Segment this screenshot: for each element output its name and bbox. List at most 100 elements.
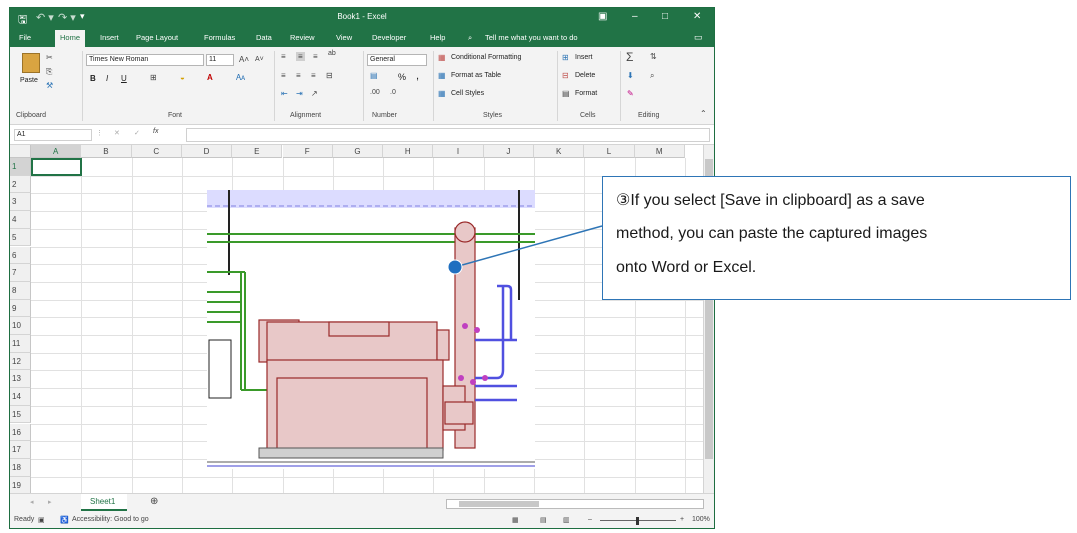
row-header[interactable]: 13 — [10, 370, 31, 389]
format-as-table-icon[interactable]: ▦ — [438, 71, 446, 80]
merge-center-icon[interactable]: ⊟ — [326, 71, 333, 80]
borders-icon[interactable]: ⊞ — [150, 73, 157, 82]
row-header[interactable]: 4 — [10, 211, 31, 229]
tab-page-layout[interactable]: Page Layout — [136, 33, 178, 42]
zoom-level[interactable]: 100% — [692, 516, 710, 523]
row-header[interactable]: 2 — [10, 175, 31, 194]
format-cells-button[interactable]: Format — [575, 90, 597, 97]
row-header[interactable]: 15 — [10, 405, 31, 424]
cell-styles-icon[interactable]: ▦ — [438, 89, 446, 98]
percent-style-button[interactable]: % — [398, 72, 406, 82]
formula-input[interactable] — [186, 128, 710, 142]
sheet-tab-sheet1[interactable]: Sheet1 — [81, 494, 127, 511]
comments-icon[interactable]: ▭ — [694, 32, 703, 43]
column-header[interactable]: G — [332, 145, 384, 158]
tab-review[interactable]: Review — [290, 33, 315, 42]
row-header[interactable]: 19 — [10, 476, 31, 493]
close-icon[interactable]: ✕ — [693, 11, 701, 22]
tab-insert[interactable]: Insert — [100, 33, 119, 42]
row-header[interactable]: 12 — [10, 352, 31, 371]
decrease-font-icon[interactable]: A˅ — [255, 56, 264, 63]
increase-font-icon[interactable]: A˄ — [239, 55, 249, 64]
page-layout-view-icon[interactable]: ▤ — [540, 516, 547, 524]
align-bottom-icon[interactable]: ≡ — [313, 52, 318, 61]
normal-view-icon[interactable]: ▦ — [512, 516, 519, 524]
tab-home[interactable]: Home — [55, 30, 86, 47]
format-as-table-button[interactable]: Format as Table — [451, 72, 501, 79]
row-header[interactable]: 16 — [10, 423, 31, 442]
column-header[interactable]: B — [81, 145, 132, 158]
accessibility-icon[interactable]: ♿ — [60, 516, 69, 524]
column-header[interactable]: M — [634, 145, 685, 158]
align-right-icon[interactable]: ≡ — [311, 71, 316, 80]
conditional-formatting-button[interactable]: Conditional Formatting — [451, 54, 521, 61]
delete-cells-icon[interactable]: ⊟ — [562, 71, 569, 80]
bold-button[interactable]: B — [90, 74, 96, 83]
column-header[interactable]: J — [483, 145, 534, 158]
new-sheet-icon[interactable]: ⊕ — [150, 496, 158, 507]
decrease-decimal-icon[interactable]: .0 — [390, 89, 396, 96]
row-header[interactable]: 18 — [10, 458, 31, 477]
horizontal-scrollbar-thumb[interactable] — [459, 501, 539, 507]
font-color-icon[interactable]: A — [207, 73, 213, 82]
next-sheet-icon[interactable]: ▸ — [48, 498, 52, 506]
increase-indent-icon[interactable]: ⇥ — [296, 89, 303, 98]
row-header[interactable]: 1 — [10, 158, 31, 176]
conditional-formatting-icon[interactable]: ▦ — [438, 53, 446, 62]
tab-help[interactable]: Help — [430, 33, 445, 42]
row-header[interactable]: 11 — [10, 335, 31, 353]
tab-developer[interactable]: Developer — [372, 33, 406, 42]
active-cell[interactable] — [31, 158, 82, 176]
phonetic-icon[interactable]: 🗛 — [236, 73, 245, 83]
align-middle-icon[interactable]: ≡ — [296, 52, 305, 61]
fill-color-icon[interactable]: ◒ — [180, 73, 185, 82]
column-header[interactable]: D — [181, 145, 233, 158]
sort-filter-icon[interactable]: ⇅ — [650, 52, 657, 61]
fill-icon[interactable]: ⬇ — [627, 71, 634, 80]
find-select-icon[interactable]: ⌕ — [650, 71, 654, 81]
tab-file[interactable]: File — [19, 33, 31, 42]
column-header[interactable]: K — [534, 145, 585, 158]
insert-cells-button[interactable]: Insert — [575, 54, 593, 61]
align-left-icon[interactable]: ≡ — [281, 71, 286, 80]
column-header[interactable]: I — [433, 145, 484, 158]
decrease-indent-icon[interactable]: ⇤ — [281, 89, 288, 98]
column-header[interactable]: H — [383, 145, 434, 158]
row-header[interactable]: 5 — [10, 228, 31, 247]
format-cells-icon[interactable]: ▤ — [562, 89, 570, 98]
column-header[interactable]: L — [584, 145, 635, 158]
delete-cells-button[interactable]: Delete — [575, 72, 595, 79]
cancel-icon[interactable]: ✕ — [114, 129, 120, 137]
comma-style-button[interactable]: , — [416, 70, 419, 82]
horizontal-scrollbar[interactable] — [446, 499, 704, 509]
minimize-icon[interactable]: – — [632, 11, 638, 22]
paste-button[interactable]: Paste — [20, 77, 38, 84]
column-header[interactable]: A — [31, 145, 82, 158]
accessibility-status[interactable]: Accessibility: Good to go — [72, 516, 149, 523]
column-header[interactable]: F — [282, 145, 333, 158]
zoom-out-icon[interactable]: – — [588, 516, 592, 523]
font-size-combo[interactable]: 11 — [206, 54, 234, 66]
accounting-format-icon[interactable]: ▤ — [370, 71, 378, 80]
insert-function-button[interactable]: fx — [153, 128, 158, 135]
font-name-combo[interactable]: Times New Roman — [86, 54, 204, 66]
macro-record-icon[interactable]: ▣ — [38, 516, 45, 524]
italic-button[interactable]: I — [106, 74, 108, 83]
orientation-icon[interactable]: ↗ — [311, 89, 318, 98]
align-center-icon[interactable]: ≡ — [296, 71, 301, 80]
enter-icon[interactable]: ✓ — [134, 129, 140, 137]
column-header[interactable]: C — [131, 145, 182, 158]
row-header[interactable]: 10 — [10, 317, 31, 335]
maximize-icon[interactable]: □ — [662, 11, 668, 22]
column-header[interactable]: E — [232, 145, 283, 158]
copy-icon[interactable]: ⎘ — [46, 67, 52, 77]
select-all-corner[interactable] — [10, 145, 31, 158]
cell-styles-button[interactable]: Cell Styles — [451, 90, 484, 97]
underline-button[interactable]: U — [121, 74, 127, 83]
prev-sheet-icon[interactable]: ◂ — [30, 498, 34, 506]
tab-formulas[interactable]: Formulas — [204, 33, 235, 42]
paste-icon[interactable] — [22, 53, 40, 73]
ribbon-display-icon[interactable]: ▣ — [598, 11, 607, 22]
row-header[interactable]: 14 — [10, 388, 31, 406]
tell-me-search[interactable]: Tell me what you want to do — [485, 33, 578, 42]
